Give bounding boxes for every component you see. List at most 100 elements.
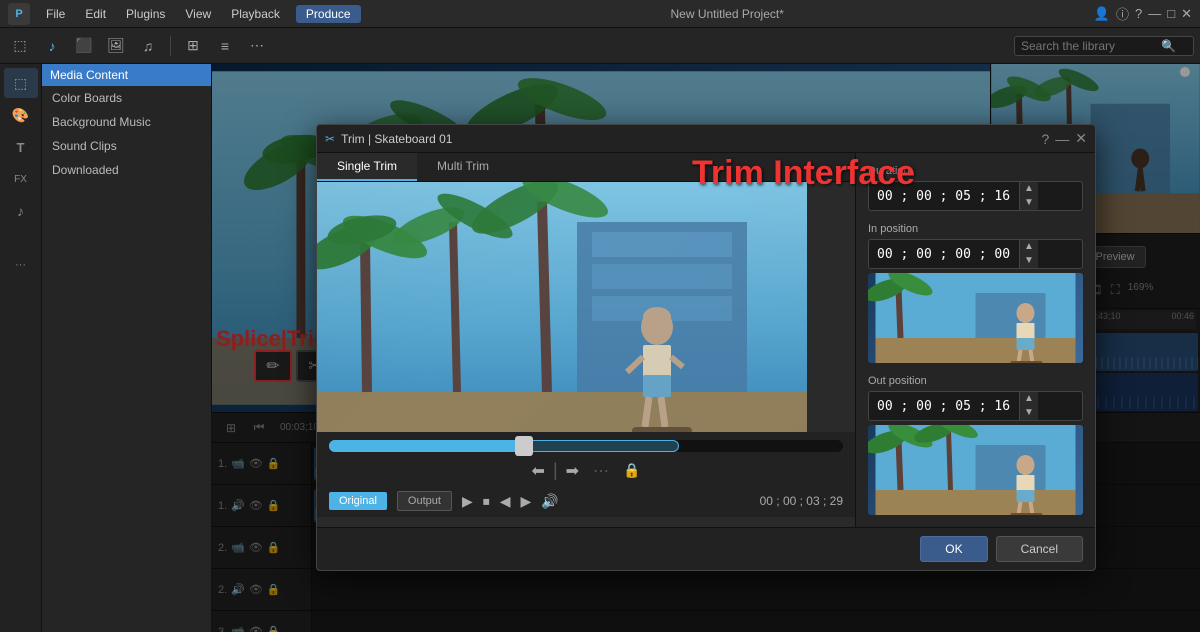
menu-view[interactable]: View — [181, 5, 215, 23]
trim-right-panel: Duration ▲ ▼ In position — [855, 153, 1095, 527]
app-logo: P — [8, 3, 30, 25]
out-position-up-button[interactable]: ▲ — [1020, 392, 1038, 406]
dots-button[interactable]: ⋯ — [243, 32, 271, 60]
sidebar-item-text[interactable]: T — [4, 132, 38, 162]
sidebar-item-more[interactable]: ··· — [4, 250, 38, 280]
prev-frame-button[interactable]: ◀ — [500, 493, 511, 510]
out-position-label: Out position — [868, 375, 1083, 387]
mode-output-button[interactable]: Output — [397, 491, 452, 511]
media-item-background-music[interactable]: Background Music — [42, 110, 211, 134]
main-layout: ⬚ 🎨 T FX ♪ ··· Media Content Color Board… — [0, 64, 1200, 632]
trim-main-area: Single Trim Multi Trim — [317, 153, 855, 527]
duration-spinner: ▲ ▼ — [1019, 182, 1038, 210]
search-icon: 🔍 — [1161, 39, 1176, 53]
user-icon[interactable]: 👤 — [1094, 6, 1110, 22]
grid-view-button[interactable]: ⊞ — [179, 32, 207, 60]
in-thumb-scene — [868, 273, 1083, 363]
window-title: New Untitled Project* — [373, 7, 1082, 21]
tab-multi-trim[interactable]: Multi Trim — [417, 153, 509, 181]
sidebar-item-fx[interactable]: FX — [4, 164, 38, 194]
screen-button[interactable]: ⬛ — [70, 32, 98, 60]
close-icon[interactable]: ✕ — [1181, 6, 1192, 22]
cancel-button[interactable]: Cancel — [996, 536, 1083, 562]
menu-plugins[interactable]: Plugins — [122, 5, 169, 23]
media-item-color-boards[interactable]: Color Boards — [42, 86, 211, 110]
trim-minimize-button[interactable]: — — [1055, 131, 1069, 147]
scrubber-handle[interactable] — [515, 436, 533, 456]
media-panel-header: Media Content — [42, 64, 211, 86]
window-controls: 👤 ⓘ ? — □ ✕ — [1094, 4, 1192, 23]
next-frame-button[interactable]: ▶ — [521, 493, 532, 510]
minimize-icon[interactable]: — — [1148, 6, 1161, 21]
out-position-thumbnail — [868, 425, 1083, 515]
in-position-up-button[interactable]: ▲ — [1020, 240, 1038, 254]
trim-close-button[interactable]: ✕ — [1075, 130, 1087, 147]
menu-edit[interactable]: Edit — [81, 5, 110, 23]
sidebar-icons: ⬚ 🎨 T FX ♪ ··· — [0, 64, 42, 632]
duration-up-button[interactable]: ▲ — [1020, 182, 1038, 196]
out-position-value: ▲ ▼ — [868, 391, 1083, 421]
menu-playback[interactable]: Playback — [227, 5, 284, 23]
trim-dialog-footer: OK Cancel — [317, 527, 1095, 570]
sidebar-item-color[interactable]: 🎨 — [4, 100, 38, 130]
tab-single-trim[interactable]: Single Trim — [317, 153, 417, 181]
trim-out-point-button[interactable]: ➡ — [566, 461, 579, 481]
trim-dialog-header: ✂ Trim | Skateboard 01 ? — ✕ — [317, 125, 1095, 153]
duration-value: ▲ ▼ — [868, 181, 1083, 211]
produce-button[interactable]: Produce — [296, 5, 361, 23]
in-position-input[interactable] — [869, 243, 1019, 266]
trim-lock-button[interactable]: 🔒 — [623, 462, 640, 479]
in-position-value: ▲ ▼ — [868, 239, 1083, 269]
image-button[interactable]: 🖼 — [102, 32, 130, 60]
trim-video-preview — [317, 182, 807, 432]
main-toolbar: ⬚ ♪ ⬛ 🖼 ♫ ⊞ ≡ ⋯ 🔍 — [0, 28, 1200, 64]
duration-down-button[interactable]: ▼ — [1020, 196, 1038, 210]
trim-sep: ⋯ — [593, 461, 609, 481]
trim-video-scene — [317, 182, 807, 432]
trim-divider: | — [553, 460, 558, 481]
media-button[interactable]: ♪ — [38, 32, 66, 60]
list-view-button[interactable]: ≡ — [211, 32, 239, 60]
out-position-field-group: Out position ▲ ▼ — [868, 375, 1083, 515]
search-input[interactable] — [1021, 39, 1161, 53]
trim-help-button[interactable]: ? — [1041, 131, 1049, 147]
duration-label: Duration — [868, 165, 1083, 177]
sidebar-item-audio[interactable]: ♪ — [4, 196, 38, 226]
playback-timecode: 00 ; 00 ; 03 ; 29 — [760, 494, 843, 508]
play-button[interactable]: ▶ — [462, 493, 473, 510]
in-position-label: In position — [868, 223, 1083, 235]
out-position-input[interactable] — [869, 395, 1019, 418]
out-thumb-scene — [868, 425, 1083, 515]
out-position-down-button[interactable]: ▼ — [1020, 406, 1038, 420]
media-panel: Media Content Color Boards Background Mu… — [42, 64, 212, 632]
help-icon[interactable]: ? — [1135, 6, 1142, 21]
menu-bar: P File Edit Plugins View Playback Produc… — [0, 0, 1200, 28]
audio-button[interactable]: 🔊 — [541, 493, 558, 510]
import-button[interactable]: ⬚ — [6, 32, 34, 60]
media-item-sound-clips[interactable]: Sound Clips — [42, 134, 211, 158]
in-position-down-button[interactable]: ▼ — [1020, 254, 1038, 268]
content-area: Splice|Trim ✏ ✂ Tools ▼ — [212, 64, 1200, 632]
in-position-field-group: In position ▲ ▼ — [868, 223, 1083, 363]
trim-dialog-title: Trim | Skateboard 01 — [341, 132, 1035, 146]
in-position-spinner: ▲ ▼ — [1019, 240, 1038, 268]
stop-button[interactable]: ⏹ — [483, 493, 490, 510]
media-item-downloaded[interactable]: Downloaded — [42, 158, 211, 182]
mode-original-button[interactable]: Original — [329, 492, 387, 510]
trim-dialog: ✂ Trim | Skateboard 01 ? — ✕ Single Trim… — [316, 124, 1096, 571]
in-position-thumbnail — [868, 273, 1083, 363]
search-container: 🔍 — [1014, 36, 1194, 56]
menu-file[interactable]: File — [42, 5, 69, 23]
out-position-spinner: ▲ ▼ — [1019, 392, 1038, 420]
duration-input[interactable] — [869, 185, 1019, 208]
scrubber-track[interactable] — [329, 440, 843, 452]
toolbar-separator — [170, 36, 171, 56]
sidebar-item-media[interactable]: ⬚ — [4, 68, 38, 98]
audio-button[interactable]: ♫ — [134, 32, 162, 60]
maximize-icon[interactable]: □ — [1167, 6, 1175, 21]
ok-button[interactable]: OK — [920, 536, 987, 562]
trim-scrubber[interactable] — [317, 432, 855, 456]
trim-in-point-button[interactable]: ⬅ — [532, 461, 545, 481]
duration-field-group: Duration ▲ ▼ — [868, 165, 1083, 211]
info-icon[interactable]: ⓘ — [1116, 4, 1129, 23]
